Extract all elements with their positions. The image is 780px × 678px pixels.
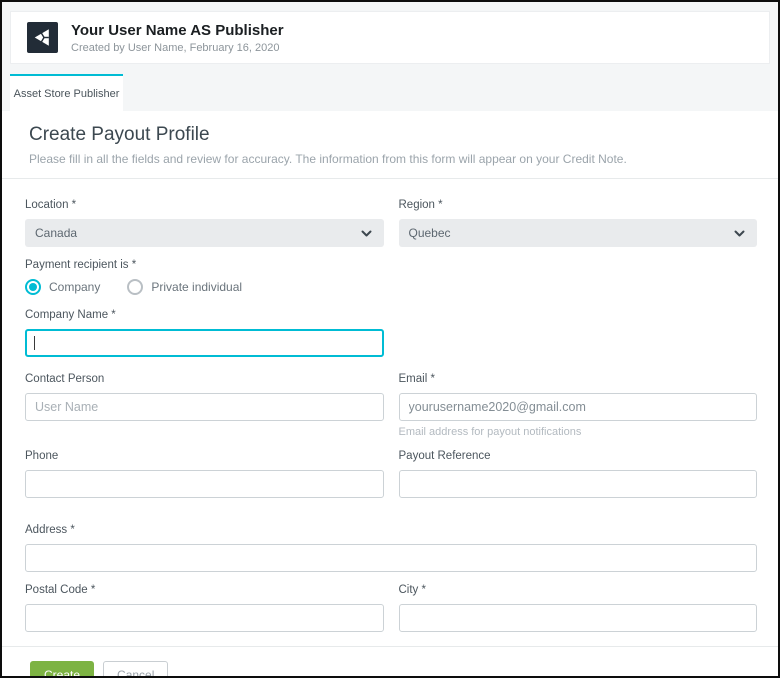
page-description: Please fill in all the fields and review… xyxy=(29,152,756,166)
location-value: Canada xyxy=(35,226,77,240)
phone-label: Phone xyxy=(25,450,384,462)
text-cursor xyxy=(34,336,35,350)
address-input[interactable] xyxy=(25,544,757,572)
radio-circle-icon xyxy=(127,279,143,295)
contact-person-input[interactable] xyxy=(25,393,384,421)
main-content: Create Payout Profile Please fill in all… xyxy=(2,111,778,678)
payment-recipient-field: Payment recipient is * Company Private i… xyxy=(25,259,757,295)
payout-reference-input[interactable] xyxy=(399,470,758,498)
cancel-button[interactable]: Cancel xyxy=(103,661,168,678)
radio-private-individual-label: Private individual xyxy=(151,280,242,294)
form-actions: Create Cancel xyxy=(2,647,778,678)
radio-circle-icon xyxy=(25,279,41,295)
address-label: Address * xyxy=(25,524,757,536)
region-select[interactable]: Quebec xyxy=(399,219,758,247)
postal-code-field: Postal Code * xyxy=(25,584,384,632)
postal-code-label: Postal Code * xyxy=(25,584,384,596)
phone-input[interactable] xyxy=(25,470,384,498)
payout-profile-form: Location * Canada Region * Quebec xyxy=(2,179,778,632)
company-name-label: Company Name * xyxy=(25,309,384,321)
tab-bar: Asset Store Publisher xyxy=(10,74,778,111)
page-title: Create Payout Profile xyxy=(29,124,756,146)
company-name-field: Company Name * xyxy=(25,309,384,357)
city-label: City * xyxy=(399,584,758,596)
city-input[interactable] xyxy=(399,604,758,632)
postal-code-input[interactable] xyxy=(25,604,384,632)
radio-company[interactable]: Company xyxy=(25,279,100,295)
region-label: Region * xyxy=(399,199,758,211)
payout-reference-label: Payout Reference xyxy=(399,450,758,462)
city-field: City * xyxy=(399,584,758,632)
radio-company-label: Company xyxy=(49,280,100,294)
location-field: Location * Canada xyxy=(25,199,384,247)
email-helper-text: Email address for payout notifications xyxy=(399,426,758,438)
location-label: Location * xyxy=(25,199,384,211)
publisher-header: Your User Name AS Publisher Created by U… xyxy=(10,11,770,64)
payout-reference-field: Payout Reference xyxy=(399,450,758,498)
contact-person-field: Contact Person xyxy=(25,373,384,438)
email-input[interactable] xyxy=(399,393,758,421)
tab-asset-store-publisher[interactable]: Asset Store Publisher xyxy=(10,74,123,111)
tab-label: Asset Store Publisher xyxy=(14,88,120,100)
unity-logo xyxy=(27,22,58,53)
region-value: Quebec xyxy=(409,226,451,240)
unity-logo-icon xyxy=(31,26,54,49)
location-select[interactable]: Canada xyxy=(25,219,384,247)
region-field: Region * Quebec xyxy=(399,199,758,247)
chevron-down-icon xyxy=(361,230,372,237)
app-window: Your User Name AS Publisher Created by U… xyxy=(0,0,780,678)
phone-field: Phone xyxy=(25,450,384,498)
create-button[interactable]: Create xyxy=(30,661,94,678)
contact-person-label: Contact Person xyxy=(25,373,384,385)
radio-private-individual[interactable]: Private individual xyxy=(127,279,242,295)
payment-recipient-options: Company Private individual xyxy=(25,279,757,295)
publisher-subtitle: Created by User Name, February 16, 2020 xyxy=(71,42,284,54)
company-name-input[interactable] xyxy=(25,329,384,357)
email-label: Email * xyxy=(399,373,758,385)
email-field: Email * Email address for payout notific… xyxy=(399,373,758,438)
chevron-down-icon xyxy=(734,230,745,237)
payment-recipient-label: Payment recipient is * xyxy=(25,259,757,271)
address-field: Address * xyxy=(25,524,757,572)
publisher-title: Your User Name AS Publisher xyxy=(71,22,284,39)
